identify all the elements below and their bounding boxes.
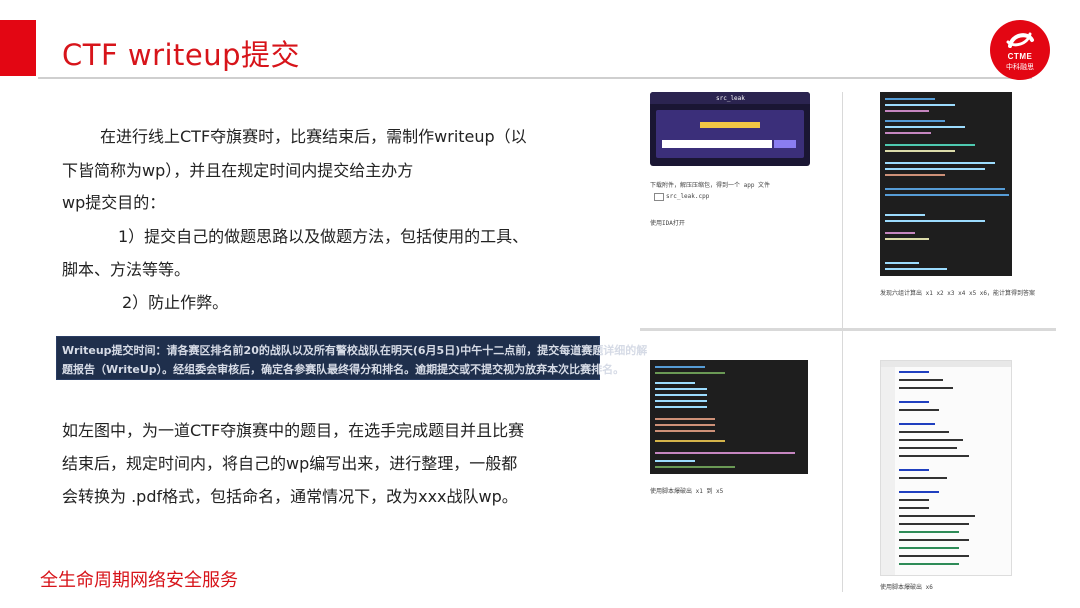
- paragraph1-line2: 下皆简称为wp），并且在规定时间内提交给主办方: [62, 161, 414, 180]
- paragraph1-line4: 1）提交自己的做题思路以及做题方法，包括使用的工具、: [118, 227, 529, 246]
- code-screenshot-bottom-left: [650, 360, 808, 474]
- slide-title: CTF writeup提交: [62, 38, 301, 72]
- challenge-title: src_leak: [716, 95, 745, 102]
- company-logo: CTME 中科融思: [990, 20, 1050, 80]
- caption-brute-x1-x5: 使用脚本爆破出 x1 到 x5: [650, 488, 724, 495]
- submit-button: [774, 140, 796, 148]
- challenge-panel: [656, 110, 804, 158]
- caption-ida: 使用IDA打开: [650, 220, 685, 227]
- file-name: src_leak.cpp: [666, 193, 710, 200]
- notice-line1: Writeup提交时间：请各赛区排名前20的战队以及所有警校战队在明天(6月5日…: [62, 344, 648, 357]
- paragraph2-line2: 结束后，规定时间内，将自己的wp编写出来，进行整理，一般都: [62, 454, 518, 473]
- code-screenshot-top-right: [880, 92, 1012, 276]
- caption-six-groups: 发现六组计算出 x1 x2 x3 x4 x5 x6，能计算得到答案: [880, 290, 1036, 297]
- title-divider: [38, 77, 1032, 79]
- footer-slogan: 全生命周期网络安全服务: [40, 570, 238, 591]
- paragraph1-line3: wp提交目的：: [62, 193, 166, 212]
- logo-text-cn: 中科融思: [1006, 63, 1034, 71]
- paragraph1-line1: 在进行线上CTF夺旗赛时，比赛结束后，需制作writeup（以: [100, 127, 527, 146]
- flag-input: [662, 140, 772, 148]
- challenge-screenshot: src_leak: [650, 92, 810, 166]
- caption-brute-x6: 使用脚本爆破出 x6: [880, 584, 933, 591]
- preview-divider-horizontal: [640, 328, 1056, 331]
- ide-screenshot-bottom-right: [880, 360, 1012, 576]
- header-accent-bar: [0, 20, 36, 76]
- paragraph1-line5: 脚本、方法等等。: [62, 260, 191, 279]
- notice-line2: 题报告（WriteUp）。经组委会审核后，确定各参赛队最终得分和排名。逾期提交或…: [62, 363, 625, 376]
- paragraph1-line6: 2）防止作弊。: [122, 293, 229, 312]
- paragraph2-line1: 如左图中，为一道CTF夺旗赛中的题目，在选手完成题目并且比赛: [62, 421, 525, 440]
- caption-download: 下载附件，解压压缩包，得到一个 app 文件: [650, 182, 771, 189]
- flag-bar: [700, 122, 760, 128]
- file-icon: [654, 193, 664, 201]
- paragraph2-line3: 会转换为 .pdf格式，包括命名，通常情况下，改为xxx战队wp。: [62, 487, 518, 506]
- notice-screenshot: Writeup提交时间：请各赛区排名前20的战队以及所有警校战队在明天(6月5日…: [56, 336, 647, 380]
- logo-text-en: CTME: [1007, 52, 1033, 61]
- preview-divider-vertical: [842, 92, 843, 592]
